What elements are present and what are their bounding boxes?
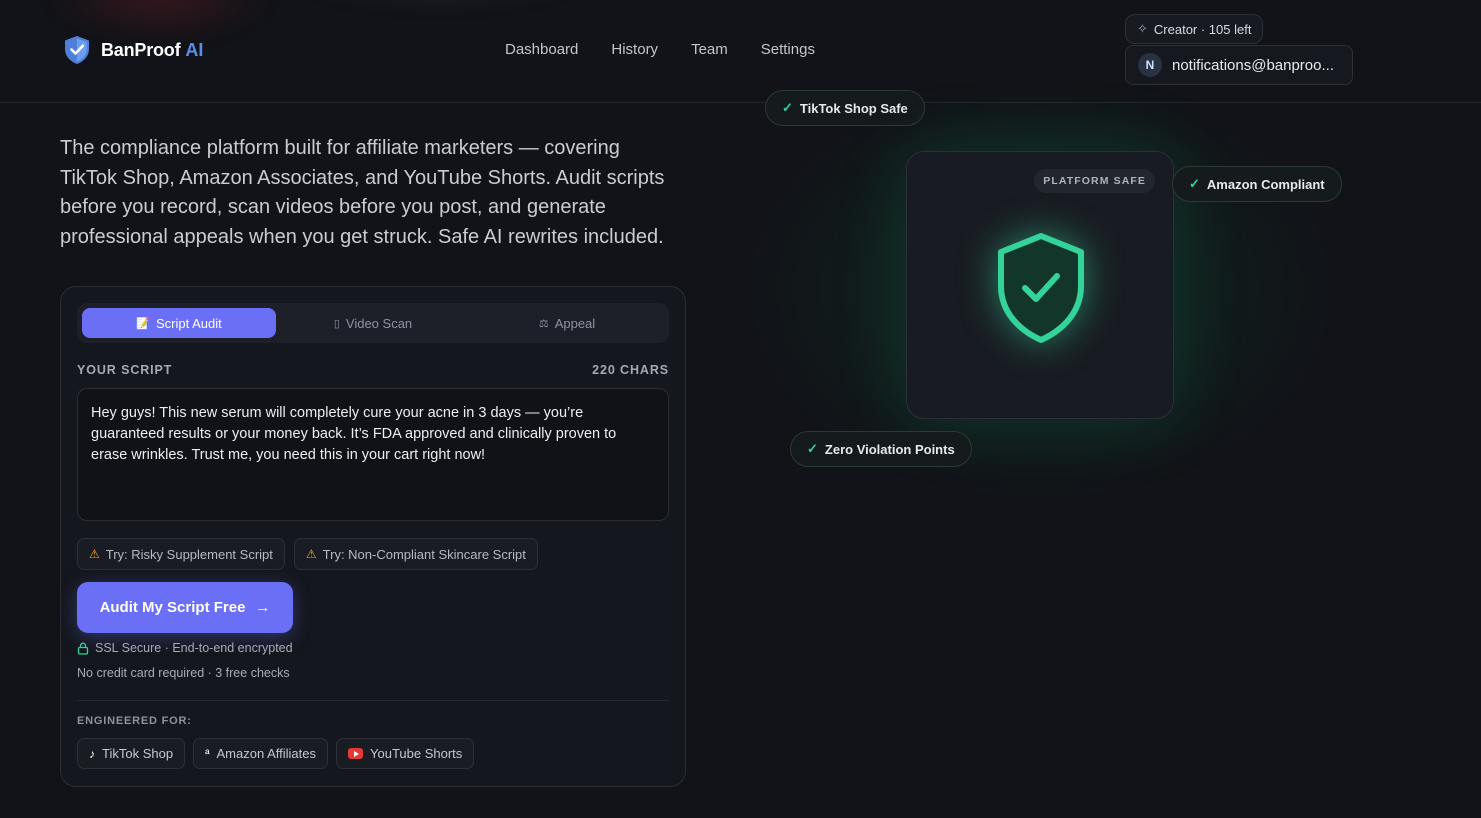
engineered-for-label: ENGINEERED FOR: [77,715,192,727]
account-email: notifications@banproo... [1172,56,1334,74]
platform-label: Amazon Affiliates [216,746,316,761]
audit-button[interactable]: Audit My Script Free → [77,582,293,633]
script-input[interactable]: Hey guys! This new serum will completely… [77,388,669,521]
chip-label: Try: Non-Compliant Skincare Script [322,546,526,562]
nav-settings[interactable]: Settings [761,41,815,58]
nav-team[interactable]: Team [691,41,728,58]
scale-icon: ⚖ [538,317,549,330]
mode-tabs: 📝 Script Audit ▯ Video Scan ⚖ Appeal [77,303,669,343]
shield-logo-icon [65,36,89,64]
badge-zero-violations: ✓ Zero Violation Points [790,431,972,467]
nav-history[interactable]: History [611,41,658,58]
char-count: 220 CHARS [592,363,669,377]
arrow-right-icon: → [255,599,271,616]
page: BanProof AI Dashboard History Team Settin… [0,0,1481,818]
tiktok-icon: ♪ [89,746,95,761]
check-icon: ✓ [1189,176,1200,191]
platform-safe-tag: PLATFORM SAFE [1034,169,1155,193]
script-label: YOUR SCRIPT [77,363,173,377]
badge-tiktok-safe: ✓ TikTok Shop Safe [765,90,925,126]
shield-check-icon [998,233,1084,343]
audit-card: 📝 Script Audit ▯ Video Scan ⚖ Appeal YOU… [60,286,686,787]
plan-badge[interactable]: ✧ Creator · 105 left [1125,14,1264,44]
main-nav: Dashboard History Team Settings [505,41,815,58]
audit-button-label: Audit My Script Free [99,599,246,616]
badge-label: Amazon Compliant [1206,176,1325,192]
platform-label: YouTube Shorts [370,746,463,761]
warning-icon: ⚠ [305,547,317,561]
document-icon: 📝 [136,317,150,330]
tab-label: Video Scan [345,315,413,331]
tab-script-audit[interactable]: 📝 Script Audit [82,308,276,338]
platform-safe-card: PLATFORM SAFE [906,151,1174,419]
avatar: N [1138,53,1162,77]
tab-label: Script Audit [155,315,222,331]
account-menu[interactable]: N notifications@banproo... [1125,45,1353,85]
logo[interactable]: BanProof AI [63,35,203,65]
lock-icon [77,642,89,655]
youtube-icon [348,748,363,759]
platform-tiktok[interactable]: ♪ TikTok Shop [77,738,186,769]
brand-suffix: AI [185,39,204,60]
badge-amazon-compliant: ✓ Amazon Compliant [1172,166,1342,202]
nav-dashboard[interactable]: Dashboard [505,41,578,58]
try-supplement-chip[interactable]: ⚠ Try: Risky Supplement Script [77,538,285,570]
badge-label: Zero Violation Points [824,441,955,457]
tab-video-scan[interactable]: ▯ Video Scan [276,308,470,338]
header: BanProof AI Dashboard History Team Settin… [0,0,1481,103]
hero-description: The compliance platform built for affili… [60,137,665,248]
tab-label: Appeal [554,315,596,331]
divider [77,700,669,701]
badge-label: TikTok Shop Safe [799,100,908,116]
tab-appeal[interactable]: ⚖ Appeal [470,308,664,338]
platform-amazon[interactable]: ª Amazon Affiliates [193,738,328,769]
plan-label: Creator · 105 left [1153,21,1252,37]
sparkle-icon: ✧ [1137,21,1148,36]
ssl-note: SSL Secure · End-to-end encrypted [77,641,293,655]
check-icon: ✓ [807,441,818,456]
script-label-row: YOUR SCRIPT 220 CHARS [77,363,669,377]
video-icon: ▯ [333,317,340,330]
example-chips: ⚠ Try: Risky Supplement Script ⚠ Try: No… [77,538,538,570]
check-icon: ✓ [782,100,793,115]
ssl-text: SSL Secure · End-to-end encrypted [95,641,293,655]
brand-name: BanProof [101,39,181,60]
platform-youtube[interactable]: YouTube Shorts [336,738,475,769]
platform-chips: ♪ TikTok Shop ª Amazon Affiliates YouTub… [77,738,475,769]
no-card-note: No credit card required · 3 free checks [77,666,290,680]
chip-label: Try: Risky Supplement Script [105,546,273,562]
amazon-icon: ª [205,746,210,761]
platform-label: TikTok Shop [102,746,174,761]
warning-icon: ⚠ [89,547,100,561]
try-skincare-chip[interactable]: ⚠ Try: Non-Compliant Skincare Script [293,538,538,570]
